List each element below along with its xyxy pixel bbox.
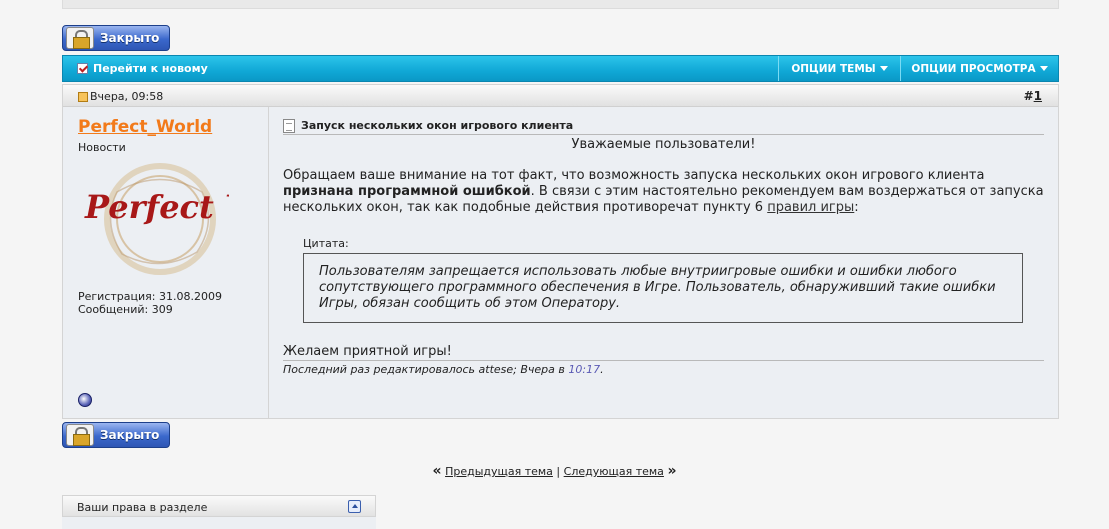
user-registration: Регистрация: 31.08.2009 (78, 290, 222, 303)
prev-thread-link[interactable]: Предыдущая тема (445, 465, 553, 478)
triangle-down-icon (1039, 66, 1048, 71)
top-bar (62, 0, 1059, 9)
closed-label: Закрыто (100, 428, 160, 442)
triangle-down-icon (879, 66, 888, 71)
post-body: Обращаем ваше внимание на тот факт, что … (283, 168, 1044, 215)
forum-rights-body (62, 517, 376, 529)
forum-rights-label: Ваши права в разделе (77, 501, 208, 514)
post-title-text: Запуск нескольких окон игрового клиента (301, 119, 574, 132)
post-closing: Желаем приятной игры! (283, 344, 1044, 361)
thread-options-label: ОПЦИИ ТЕМЫ (791, 62, 876, 75)
closed-thread-button-top[interactable]: Закрыто (62, 25, 170, 51)
username-link[interactable]: Perfect_World (78, 117, 212, 137)
post-title: Запуск нескольких окон игрового клиента (283, 117, 1044, 135)
post-number-link[interactable]: 1 (1034, 89, 1042, 103)
post-body-bold: признана программной ошибкой (283, 184, 531, 199)
post-date: Вчера, 09:58 (78, 90, 163, 103)
thread-navigation: « Предыдущая тема | Следующая тема » (432, 463, 677, 479)
post-number: #1 (1023, 89, 1042, 103)
quote-box: Пользователям запрещается использовать л… (303, 253, 1023, 323)
post-header: Вчера, 09:58 #1 (63, 85, 1058, 107)
view-options-menu[interactable]: ОПЦИИ ПРОСМОТРА (900, 56, 1058, 81)
user-title: Новости (78, 141, 126, 154)
closed-label: Закрыто (100, 31, 160, 45)
game-rules-link[interactable]: правил игры (767, 200, 854, 215)
goto-new-label: Перейти к новому (93, 62, 208, 75)
post-container: Вчера, 09:58 #1 Perfect_World Новости Pe… (62, 84, 1059, 419)
next-thread-link[interactable]: Следующая тема (564, 465, 664, 478)
user-info-column: Perfect_World Новости Perfect World Реги… (63, 107, 269, 418)
collapse-icon[interactable] (348, 500, 361, 513)
post-icon (78, 91, 88, 102)
view-options-label: ОПЦИИ ПРОСМОТРА (911, 62, 1036, 75)
lock-icon (66, 27, 94, 49)
lock-icon (66, 424, 94, 446)
thread-options-menu[interactable]: ОПЦИИ ТЕМЫ (778, 56, 900, 81)
post-date-text: Вчера, 09:58 (90, 90, 164, 103)
avatar: Perfect World (84, 163, 229, 275)
user-post-count: Сообщений: 309 (78, 303, 173, 316)
closed-thread-button-bottom[interactable]: Закрыто (62, 422, 170, 448)
edit-time: 10:17 (568, 363, 601, 376)
quote-label: Цитата: (303, 237, 349, 250)
forum-rights-header: Ваши права в разделе (62, 495, 376, 517)
avatar-logo-text: Perfect World (84, 188, 229, 226)
document-icon (283, 118, 295, 133)
user-stats: Регистрация: 31.08.2009 Сообщений: 309 (78, 290, 222, 316)
goto-new-link[interactable]: Перейти к новому (77, 62, 208, 75)
post-content: Запуск нескольких окон игрового клиента … (269, 107, 1058, 418)
thread-navbar: Перейти к новому ОПЦИИ ТЕМЫ ОПЦИИ ПРОСМО… (62, 55, 1059, 82)
checkbox-icon (77, 63, 88, 74)
edit-note: Последний раз редактировалось attese; Вч… (283, 363, 604, 376)
post-greeting: Уважаемые пользователи! (571, 137, 756, 152)
online-status-icon (78, 393, 92, 407)
